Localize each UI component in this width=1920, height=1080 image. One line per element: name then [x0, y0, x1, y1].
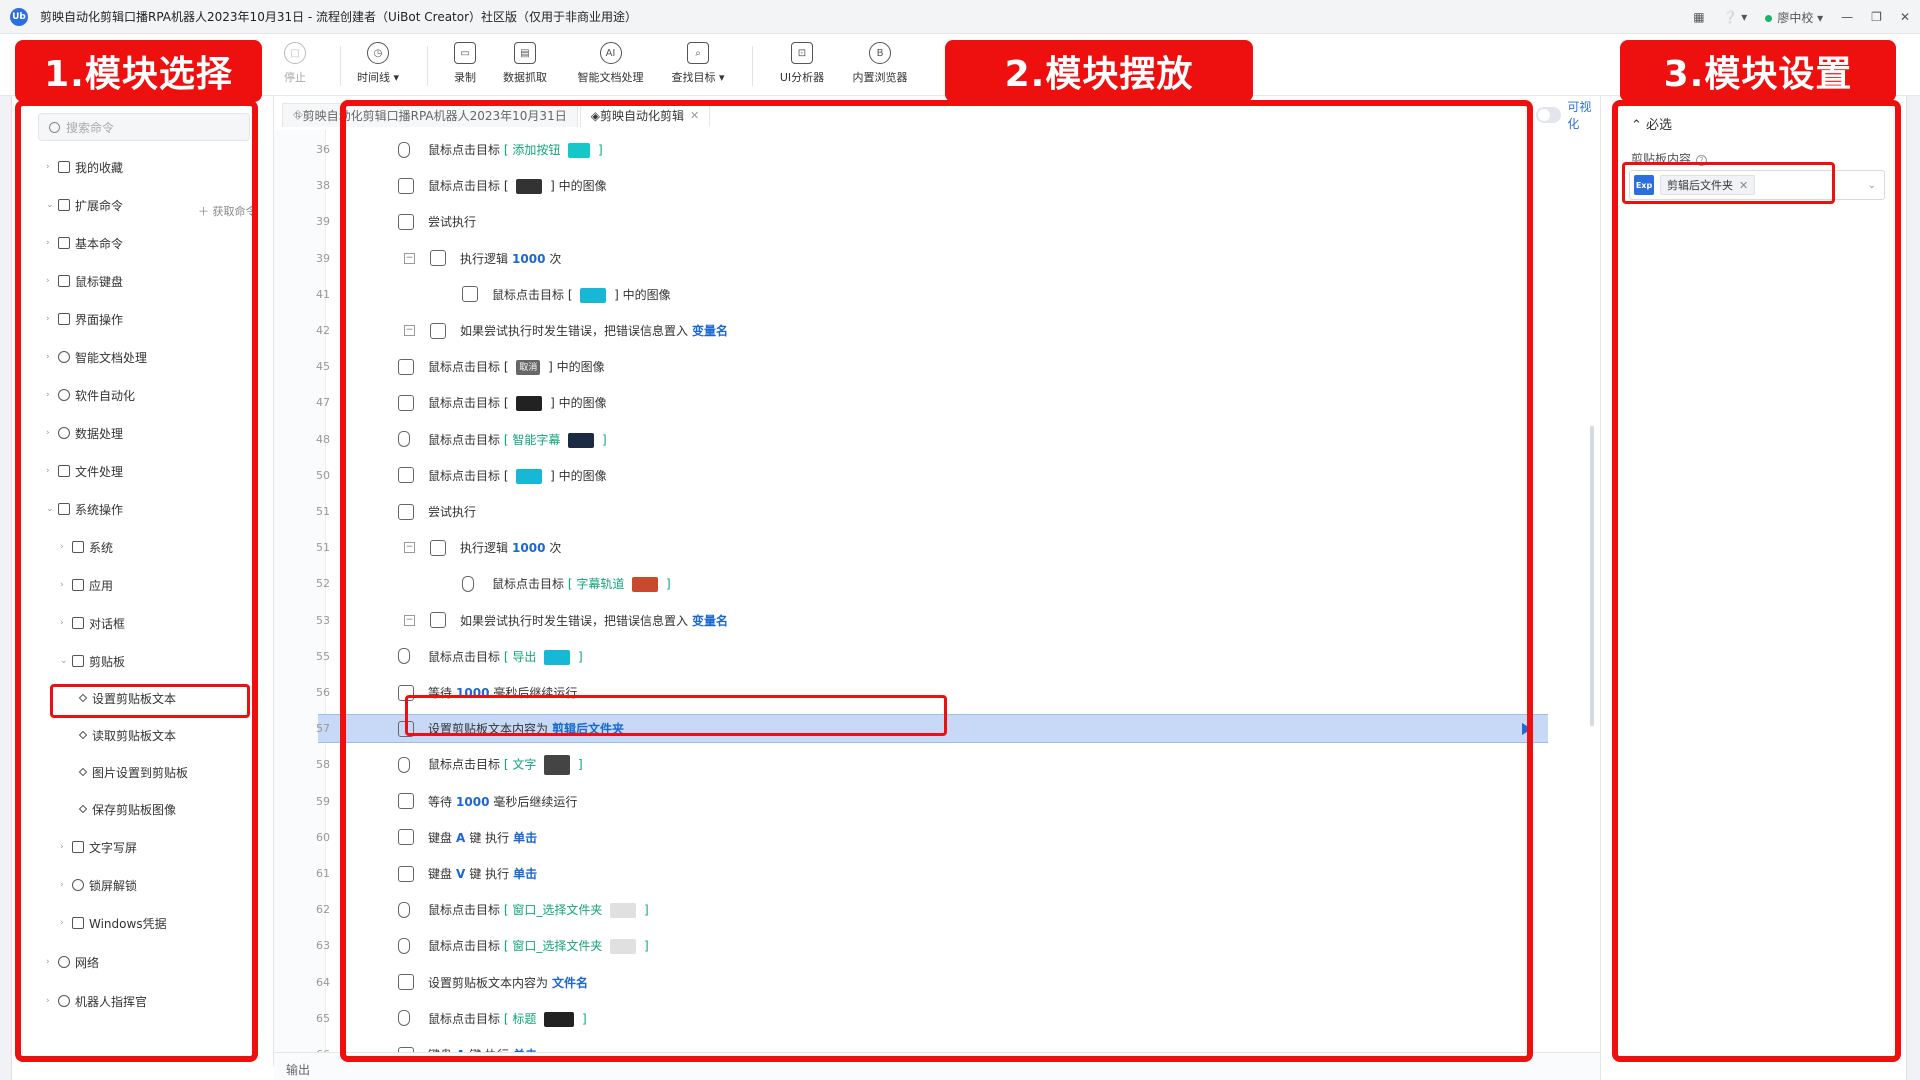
line-number: 65 — [316, 1011, 330, 1025]
highlight-set-clipboard-command — [50, 684, 250, 718]
find-target-button[interactable]: ⌕ 查找目标 ▾ — [658, 42, 738, 85]
record-icon: ▭ — [454, 42, 476, 64]
data-scrape-button[interactable]: ▤ 数据抓取 — [485, 42, 565, 85]
annotation-frame-3 — [1612, 100, 1901, 1062]
highlight-selected-row — [405, 695, 947, 736]
vertical-scrollbar[interactable] — [1590, 426, 1594, 726]
line-number: 61 — [316, 867, 330, 880]
online-status-icon — [1765, 14, 1773, 22]
output-label: 输出 — [286, 1063, 311, 1077]
line-number: 38 — [316, 179, 330, 193]
restore-button[interactable]: ❐ — [1871, 10, 1882, 24]
line-number: 56 — [316, 686, 330, 699]
user-name: 廖中校 — [1777, 10, 1814, 25]
help-icon[interactable]: ❔ ▾ — [1723, 10, 1748, 24]
right-side-strip — [1906, 96, 1920, 1080]
line-number: 55 — [316, 649, 330, 663]
highlight-clipboard-field — [1622, 162, 1835, 204]
smart-doc-label: 智能文档处理 — [577, 71, 644, 84]
browser-button[interactable]: B 内置浏览器 — [840, 42, 920, 85]
line-number: 36 — [316, 143, 330, 156]
line-number: 47 — [316, 396, 330, 410]
record-label: 录制 — [454, 71, 476, 84]
line-number: 57 — [316, 722, 330, 736]
line-number: 59 — [316, 794, 330, 808]
app-logo-icon: Ub — [10, 7, 28, 26]
timeline-label: 时间线 — [356, 71, 390, 84]
ui-analyzer-button[interactable]: ⊡ UI分析器 — [762, 42, 842, 85]
annotation-frame-1 — [15, 100, 258, 1062]
toggle-switch[interactable] — [1536, 107, 1562, 123]
line-number: 60 — [316, 830, 330, 844]
line-number: 51 — [316, 541, 330, 555]
window-title: 剪映自动化剪辑口播RPA机器人2023年10月31日 - 流程创建者（UiBot… — [40, 10, 638, 24]
stop-button[interactable]: □ 停止 — [255, 42, 335, 85]
data-scrape-icon: ▤ — [514, 42, 536, 64]
data-scrape-label: 数据抓取 — [503, 71, 547, 84]
stop-icon: □ — [284, 42, 306, 64]
line-number: 62 — [316, 903, 330, 917]
browser-label: 内置浏览器 — [852, 71, 908, 84]
line-number: 51 — [316, 505, 330, 518]
visualize-label: 可视化 — [1567, 100, 1592, 131]
minimize-button[interactable]: — — [1841, 10, 1853, 24]
close-button[interactable]: ✕ — [1900, 10, 1910, 24]
line-number: 41 — [316, 287, 330, 301]
title-bar: Ub 剪映自动化剪辑口播RPA机器人2023年10月31日 - 流程创建者（Ui… — [0, 0, 1920, 34]
line-number: 48 — [316, 432, 330, 446]
line-number: 63 — [316, 939, 330, 953]
ui-analyzer-icon: ⊡ — [791, 42, 813, 64]
flow-icon: ⛗ — [293, 108, 303, 122]
visualize-toggle[interactable]: 可视化 — [1536, 100, 1600, 131]
user-menu[interactable]: 廖中校 ▾ — [1765, 9, 1823, 26]
timeline-button[interactable]: ◷ 时间线 ▾ — [338, 42, 418, 85]
find-target-icon: ⌕ — [687, 42, 709, 64]
ui-analyzer-label: UI分析器 — [779, 71, 825, 84]
left-side-strip — [0, 96, 12, 1080]
line-number: 53 — [316, 613, 330, 627]
annotation-frame-2 — [340, 100, 1533, 1062]
annotation-banner-3: 3.模块设置 — [1620, 40, 1896, 102]
line-number: 45 — [316, 360, 330, 374]
ai-doc-icon: AI — [599, 42, 622, 64]
line-number: 39 — [316, 215, 330, 229]
find-target-label: 查找目标 — [671, 71, 716, 84]
line-number: 39 — [316, 251, 330, 265]
clock-icon: ◷ — [367, 42, 389, 64]
divider — [752, 46, 753, 86]
line-number: 58 — [316, 758, 330, 772]
annotation-banner-1: 1.模块选择 — [15, 40, 262, 102]
line-number: 64 — [316, 975, 330, 989]
browser-icon: B — [869, 42, 891, 64]
smart-doc-button[interactable]: AI 智能文档处理 — [568, 42, 653, 85]
grid-icon[interactable]: ▦ — [1693, 10, 1704, 24]
titlebar-controls: ▦ ❔ ▾ 廖中校 ▾ — ❐ ✕ — [1693, 0, 1910, 34]
line-number: 52 — [316, 577, 330, 591]
line-number: 50 — [316, 468, 330, 482]
stop-label: 停止 — [284, 71, 306, 84]
annotation-banner-2: 2.模块摆放 — [945, 40, 1253, 102]
line-number: 42 — [316, 324, 330, 337]
